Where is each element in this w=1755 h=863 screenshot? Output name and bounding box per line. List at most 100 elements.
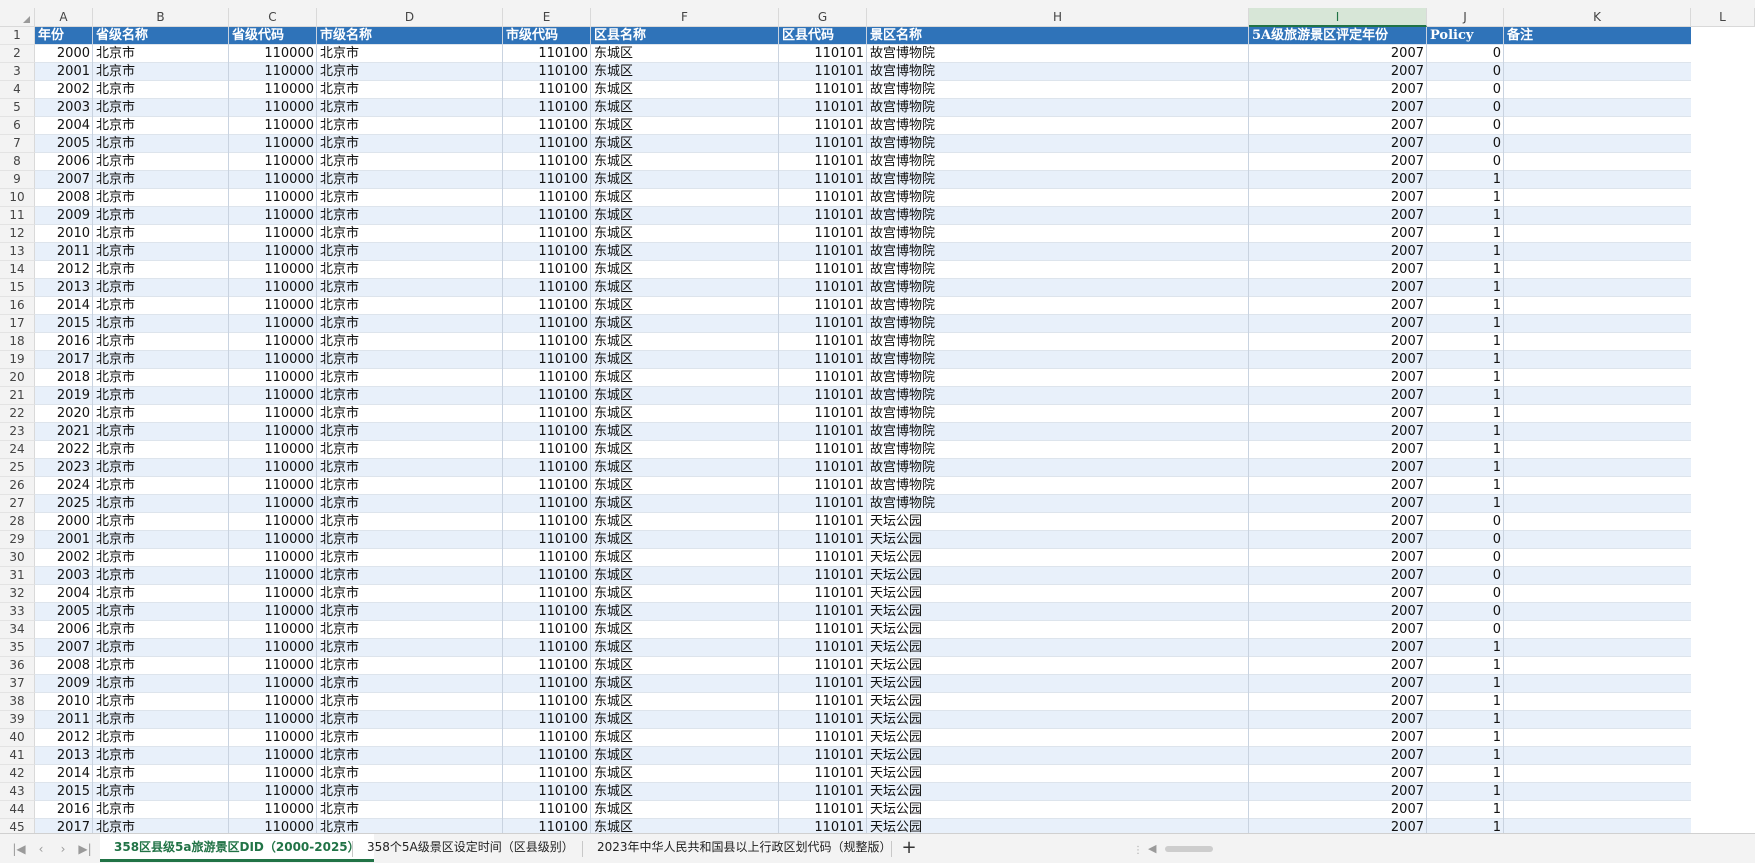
- row-header[interactable]: 1: [0, 27, 35, 45]
- cell-d[interactable]: 北京市: [317, 45, 503, 63]
- cell-d[interactable]: 北京市: [317, 531, 503, 549]
- cell-f[interactable]: 东城区: [591, 621, 779, 639]
- row-header[interactable]: 33: [0, 603, 35, 621]
- cell-j[interactable]: 0: [1427, 117, 1504, 135]
- header-cell-b[interactable]: 省级名称: [93, 27, 229, 45]
- cell-a[interactable]: 2000: [35, 45, 93, 63]
- prev-sheet-icon[interactable]: ‹: [32, 841, 50, 857]
- cell-d[interactable]: 北京市: [317, 801, 503, 819]
- cell-e[interactable]: 110100: [503, 153, 591, 171]
- cell-h[interactable]: 天坛公园: [867, 729, 1249, 747]
- row-header[interactable]: 9: [0, 171, 35, 189]
- row-header[interactable]: 19: [0, 351, 35, 369]
- sheet-tab-5a-time[interactable]: 358个5A级景区设定时间（区县级别）: [353, 834, 588, 862]
- cell-h[interactable]: 故宫博物院: [867, 405, 1249, 423]
- cell-a[interactable]: 2003: [35, 567, 93, 585]
- cell-h[interactable]: 天坛公园: [867, 585, 1249, 603]
- cell-c[interactable]: 110000: [229, 513, 317, 531]
- cell-e[interactable]: 110100: [503, 63, 591, 81]
- cell-a[interactable]: 2021: [35, 423, 93, 441]
- row-header[interactable]: 31: [0, 567, 35, 585]
- cell-d[interactable]: 北京市: [317, 63, 503, 81]
- cell-a[interactable]: 2020: [35, 405, 93, 423]
- column-header-l[interactable]: L: [1691, 8, 1755, 27]
- cell-j[interactable]: 1: [1427, 639, 1504, 657]
- cell-b[interactable]: 北京市: [93, 801, 229, 819]
- cell-g[interactable]: 110101: [779, 333, 867, 351]
- cell-h[interactable]: 故宫博物院: [867, 261, 1249, 279]
- cell-g[interactable]: 110101: [779, 711, 867, 729]
- cell-b[interactable]: 北京市: [93, 477, 229, 495]
- cell-j[interactable]: 0: [1427, 135, 1504, 153]
- cell-j[interactable]: 0: [1427, 585, 1504, 603]
- cell-b[interactable]: 北京市: [93, 387, 229, 405]
- cell-j[interactable]: 0: [1427, 621, 1504, 639]
- cell-d[interactable]: 北京市: [317, 369, 503, 387]
- cell-a[interactable]: 2018: [35, 369, 93, 387]
- cell-a[interactable]: 2013: [35, 747, 93, 765]
- cell-c[interactable]: 110000: [229, 441, 317, 459]
- cell-f[interactable]: 东城区: [591, 45, 779, 63]
- cell-h[interactable]: 故宫博物院: [867, 333, 1249, 351]
- cell-c[interactable]: 110000: [229, 549, 317, 567]
- row-header[interactable]: 21: [0, 387, 35, 405]
- column-header-j[interactable]: J: [1427, 8, 1504, 27]
- cell-b[interactable]: 北京市: [93, 639, 229, 657]
- cell-d[interactable]: 北京市: [317, 729, 503, 747]
- cell-i[interactable]: 2007: [1249, 675, 1427, 693]
- cell-i[interactable]: 2007: [1249, 549, 1427, 567]
- cell-f[interactable]: 东城区: [591, 711, 779, 729]
- cell-b[interactable]: 北京市: [93, 675, 229, 693]
- cell-i[interactable]: 2007: [1249, 531, 1427, 549]
- cell-j[interactable]: 1: [1427, 333, 1504, 351]
- cell-g[interactable]: 110101: [779, 189, 867, 207]
- row-header[interactable]: 13: [0, 243, 35, 261]
- cell-c[interactable]: 110000: [229, 783, 317, 801]
- cell-g[interactable]: 110101: [779, 567, 867, 585]
- cell-j[interactable]: 0: [1427, 549, 1504, 567]
- column-header-i[interactable]: I: [1249, 8, 1427, 27]
- cell-a[interactable]: 2006: [35, 621, 93, 639]
- sheet-tab-admin-codes[interactable]: 2023年中华人民共和国县以上行政区划代码（规整版）: [583, 834, 906, 862]
- row-header[interactable]: 23: [0, 423, 35, 441]
- cell-b[interactable]: 北京市: [93, 45, 229, 63]
- cell-b[interactable]: 北京市: [93, 117, 229, 135]
- cell-a[interactable]: 2016: [35, 801, 93, 819]
- cell-a[interactable]: 2008: [35, 657, 93, 675]
- cell-h[interactable]: 天坛公园: [867, 639, 1249, 657]
- cell-d[interactable]: 北京市: [317, 747, 503, 765]
- cell-j[interactable]: 1: [1427, 801, 1504, 819]
- cell-d[interactable]: 北京市: [317, 765, 503, 783]
- row-header[interactable]: 3: [0, 63, 35, 81]
- cell-c[interactable]: 110000: [229, 297, 317, 315]
- cell-i[interactable]: 2007: [1249, 387, 1427, 405]
- cell-b[interactable]: 北京市: [93, 567, 229, 585]
- cell-b[interactable]: 北京市: [93, 369, 229, 387]
- cell-e[interactable]: 110100: [503, 549, 591, 567]
- cell-j[interactable]: 1: [1427, 747, 1504, 765]
- row-header[interactable]: 15: [0, 279, 35, 297]
- cell-i[interactable]: 2007: [1249, 801, 1427, 819]
- cell-d[interactable]: 北京市: [317, 441, 503, 459]
- cell-i[interactable]: 2007: [1249, 81, 1427, 99]
- cell-f[interactable]: 东城区: [591, 135, 779, 153]
- cell-c[interactable]: 110000: [229, 585, 317, 603]
- cell-g[interactable]: 110101: [779, 387, 867, 405]
- cell-c[interactable]: 110000: [229, 135, 317, 153]
- cell-c[interactable]: 110000: [229, 459, 317, 477]
- row-header[interactable]: 38: [0, 693, 35, 711]
- cell-j[interactable]: 1: [1427, 315, 1504, 333]
- cell-e[interactable]: 110100: [503, 513, 591, 531]
- row-header[interactable]: 22: [0, 405, 35, 423]
- cell-d[interactable]: 北京市: [317, 189, 503, 207]
- cell-d[interactable]: 北京市: [317, 603, 503, 621]
- cell-i[interactable]: 2007: [1249, 351, 1427, 369]
- cell-i[interactable]: 2007: [1249, 693, 1427, 711]
- cell-e[interactable]: 110100: [503, 657, 591, 675]
- cell-f[interactable]: 东城区: [591, 729, 779, 747]
- cell-f[interactable]: 东城区: [591, 153, 779, 171]
- cell-b[interactable]: 北京市: [93, 693, 229, 711]
- cell-g[interactable]: 110101: [779, 225, 867, 243]
- cell-f[interactable]: 东城区: [591, 639, 779, 657]
- cell-j[interactable]: 0: [1427, 567, 1504, 585]
